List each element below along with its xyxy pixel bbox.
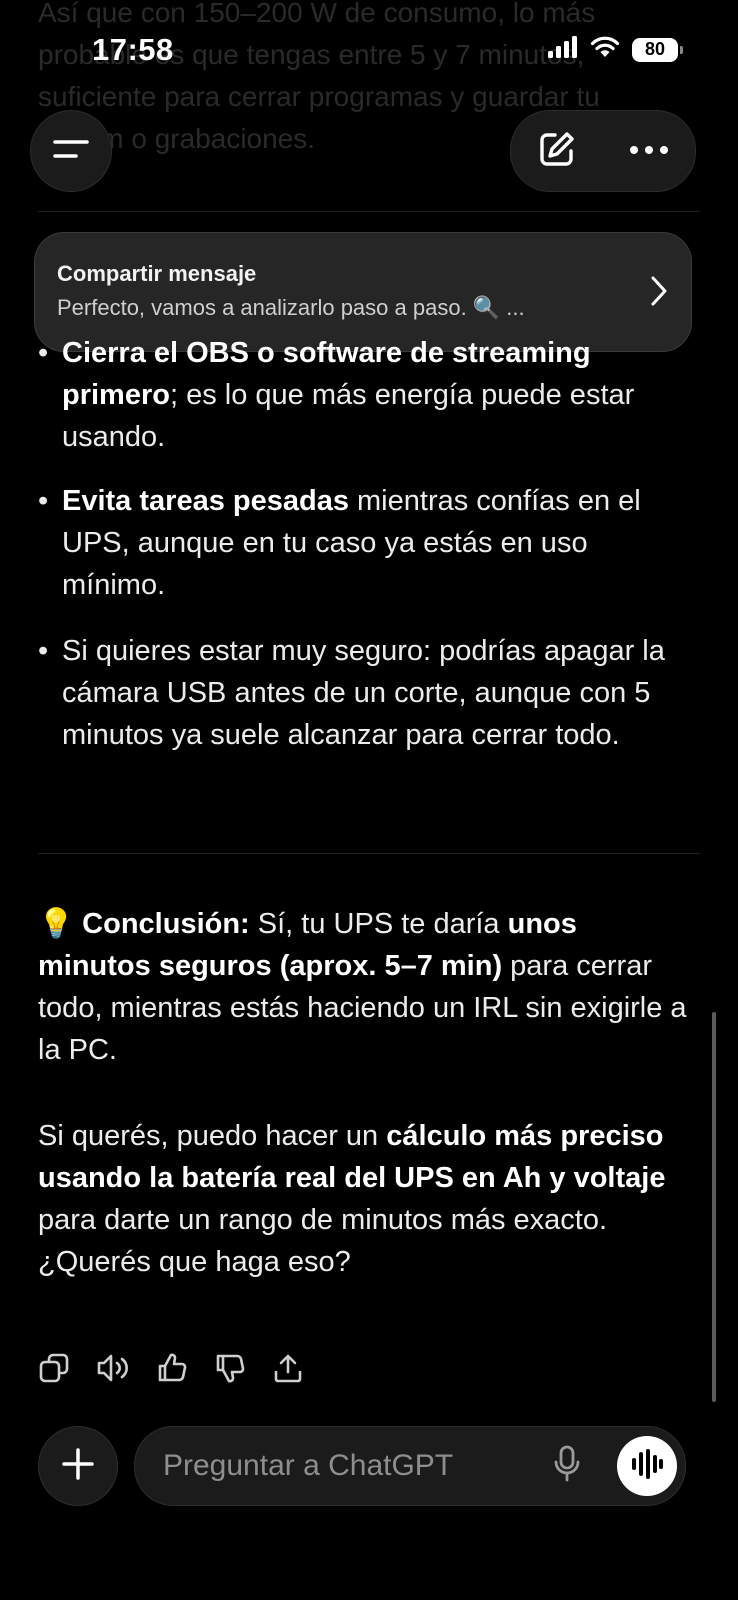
share-button[interactable] bbox=[272, 1350, 304, 1390]
offer-text-end: para darte un rango de minutos más exact… bbox=[38, 1204, 608, 1236]
thumbs-up-icon bbox=[156, 1352, 188, 1389]
signal-icon bbox=[548, 36, 578, 63]
more-options-button[interactable] bbox=[603, 111, 695, 191]
voice-mode-icon bbox=[630, 1448, 664, 1484]
share-card-preview: Perfecto, vamos a analizarlo paso a paso… bbox=[57, 295, 525, 320]
wifi-icon bbox=[590, 36, 620, 63]
more-icon bbox=[629, 142, 669, 160]
status-icons: 80 bbox=[548, 36, 683, 63]
conclusion-paragraph: 💡 Conclusión: Sí, tu UPS te daría unos m… bbox=[38, 903, 688, 1071]
lightbulb-icon: 💡 bbox=[38, 908, 75, 940]
read-aloud-button[interactable] bbox=[96, 1350, 130, 1390]
offer-question: ¿Querés que haga eso? bbox=[38, 1246, 351, 1278]
list-item: • Cierra el OBS o software de streaming … bbox=[38, 332, 688, 458]
voice-mode-button[interactable] bbox=[617, 1436, 677, 1496]
list-item-bold: Evita tareas pesadas bbox=[62, 485, 349, 517]
share-icon bbox=[272, 1352, 304, 1389]
composer bbox=[134, 1426, 686, 1506]
list-item-rest: Si quieres estar muy seguro: podrías apa… bbox=[62, 635, 665, 751]
thumbs-down-icon bbox=[214, 1352, 246, 1389]
menu-button[interactable] bbox=[30, 110, 112, 192]
dictation-button[interactable] bbox=[547, 1445, 587, 1488]
message-input[interactable] bbox=[163, 1427, 533, 1505]
chevron-right-icon bbox=[649, 275, 669, 312]
conclusion-label: Conclusión: bbox=[82, 908, 250, 940]
offer-text: Si querés, puedo hacer un bbox=[38, 1120, 387, 1152]
conclusion-text: Sí, tu UPS te daría bbox=[249, 908, 508, 940]
copy-button[interactable] bbox=[38, 1350, 70, 1390]
faded-line: Así que con 150–200 W de consumo, lo más bbox=[38, 0, 596, 28]
status-time: 17:58 bbox=[92, 32, 174, 67]
bullet-dot: • bbox=[38, 635, 49, 667]
thumbs-up-button[interactable] bbox=[156, 1350, 188, 1390]
list-item-text: Evita tareas pesadas mientras confías en… bbox=[62, 480, 692, 606]
plus-icon bbox=[61, 1447, 95, 1486]
new-chat-button[interactable] bbox=[511, 111, 603, 191]
offer-paragraph: Si querés, puedo hacer un cálculo más pr… bbox=[38, 1115, 688, 1283]
section-divider bbox=[38, 853, 700, 854]
thumbs-down-button[interactable] bbox=[214, 1350, 246, 1390]
bullet-dot: • bbox=[38, 485, 49, 517]
read-aloud-icon bbox=[96, 1352, 130, 1389]
section-divider bbox=[38, 211, 700, 212]
share-card-title: Compartir mensaje bbox=[57, 261, 257, 286]
bullet-dot: • bbox=[38, 337, 49, 369]
new-chat-icon bbox=[537, 129, 577, 174]
header-actions bbox=[510, 110, 696, 192]
mic-icon bbox=[553, 1445, 581, 1488]
message-actions bbox=[38, 1350, 304, 1390]
list-item-text: Cierra el OBS o software de streaming pr… bbox=[62, 332, 692, 458]
copy-icon bbox=[38, 1352, 70, 1389]
list-item-text: Si quieres estar muy seguro: podrías apa… bbox=[62, 630, 692, 756]
menu-icon bbox=[52, 136, 90, 167]
battery-indicator: 80 bbox=[632, 37, 683, 62]
scrollbar[interactable] bbox=[712, 1012, 716, 1402]
attach-button[interactable] bbox=[38, 1426, 118, 1506]
